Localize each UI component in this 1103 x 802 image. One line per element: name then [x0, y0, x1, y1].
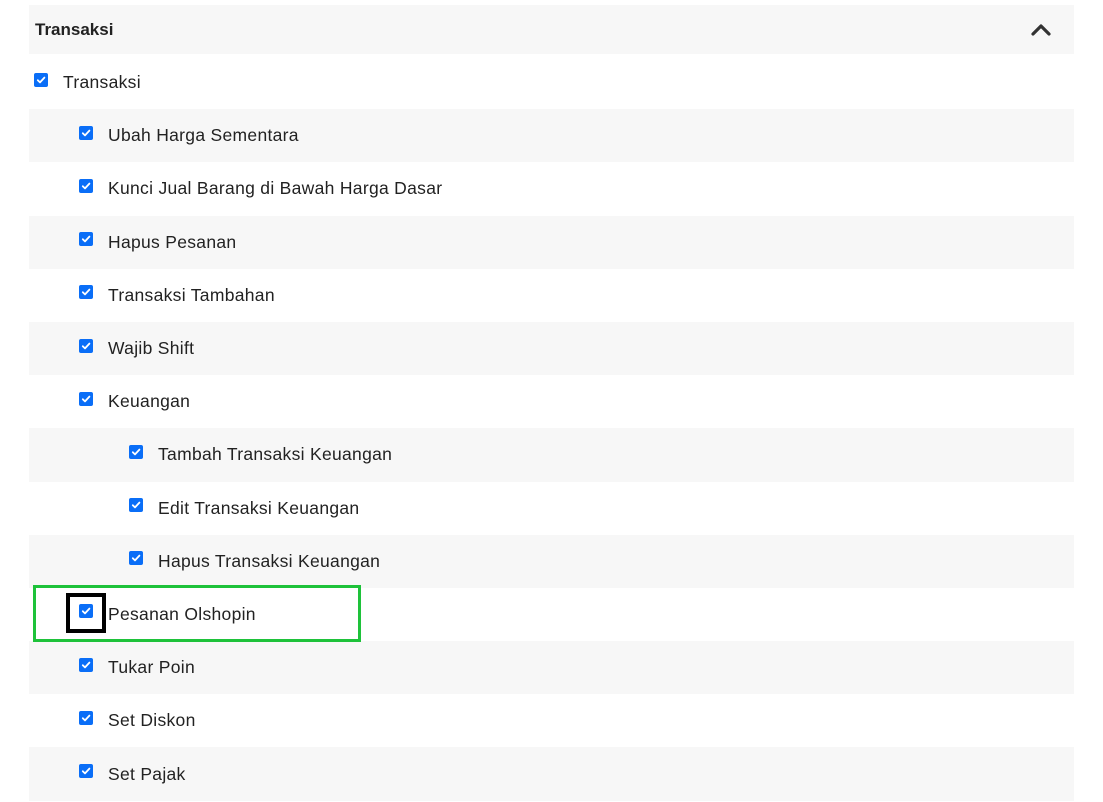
checkbox-checked-icon[interactable]	[129, 551, 143, 566]
permission-row-hapus-transaksi-keuangan[interactable]: Hapus Transaksi Keuangan	[29, 534, 1074, 588]
permission-label: Hapus Transaksi Keuangan	[158, 550, 381, 571]
checkbox-checked-icon[interactable]	[34, 72, 48, 87]
permission-label: Set Pajak	[108, 763, 186, 784]
permission-list: Transaksi Ubah Harga Sementara Kunci Jua…	[29, 56, 1074, 801]
permission-row-edit-transaksi-keuangan[interactable]: Edit Transaksi Keuangan	[29, 482, 1074, 535]
permission-row-transaksi[interactable]: Transaksi	[29, 56, 1074, 109]
checkbox-checked-icon[interactable]	[79, 125, 93, 140]
checkbox-checked-icon[interactable]	[79, 285, 93, 300]
permission-label: Edit Transaksi Keuangan	[158, 497, 360, 518]
permission-label: Transaksi	[63, 72, 141, 93]
permission-label: Wajib Shift	[108, 338, 195, 359]
permission-label: Pesanan Olshopin	[108, 603, 256, 624]
permission-row-tambah-transaksi-keuangan[interactable]: Tambah Transaksi Keuangan	[29, 428, 1074, 482]
permission-label: Tambah Transaksi Keuangan	[158, 444, 393, 465]
checkbox-checked-icon[interactable]	[79, 232, 93, 247]
checkbox-checked-icon[interactable]	[79, 391, 93, 406]
permission-row-kunci-jual-barang[interactable]: Kunci Jual Barang di Bawah Harga Dasar	[29, 162, 1074, 215]
permission-label: Tukar Poin	[108, 657, 195, 678]
permission-row-transaksi-tambahan[interactable]: Transaksi Tambahan	[29, 269, 1074, 322]
permission-label: Transaksi Tambahan	[108, 284, 275, 305]
permission-row-ubah-harga-sementara[interactable]: Ubah Harga Sementara	[29, 109, 1074, 163]
checkbox-checked-icon[interactable]	[79, 338, 93, 353]
permission-label: Keuangan	[108, 391, 191, 412]
permission-row-keuangan[interactable]: Keuangan	[29, 375, 1074, 428]
permission-label: Hapus Pesanan	[108, 231, 237, 252]
permission-label: Kunci Jual Barang di Bawah Harga Dasar	[108, 178, 443, 199]
permission-label: Ubah Harga Sementara	[108, 125, 299, 146]
permission-row-hapus-pesanan[interactable]: Hapus Pesanan	[29, 215, 1074, 269]
permission-row-wajib-shift[interactable]: Wajib Shift	[29, 321, 1074, 376]
permission-row-pesanan-olshopin[interactable]: Pesanan Olshopin	[29, 588, 1074, 641]
checkbox-checked-icon[interactable]	[129, 498, 143, 513]
checkbox-checked-icon[interactable]	[79, 604, 93, 619]
section-header[interactable]: Transaksi	[29, 5, 1074, 54]
checkbox-checked-icon[interactable]	[79, 764, 93, 779]
permission-row-tukar-poin[interactable]: Tukar Poin	[29, 641, 1074, 695]
section-title: Transaksi	[35, 19, 114, 39]
permission-label: Set Diskon	[108, 710, 196, 731]
chevron-up-icon[interactable]	[1028, 16, 1054, 42]
permission-row-set-diskon[interactable]: Set Diskon	[29, 694, 1074, 747]
checkbox-checked-icon[interactable]	[79, 178, 93, 193]
permission-row-set-pajak[interactable]: Set Pajak	[29, 747, 1074, 801]
checkbox-checked-icon[interactable]	[129, 444, 143, 459]
checkbox-checked-icon[interactable]	[79, 657, 93, 672]
checkbox-checked-icon[interactable]	[79, 710, 93, 725]
